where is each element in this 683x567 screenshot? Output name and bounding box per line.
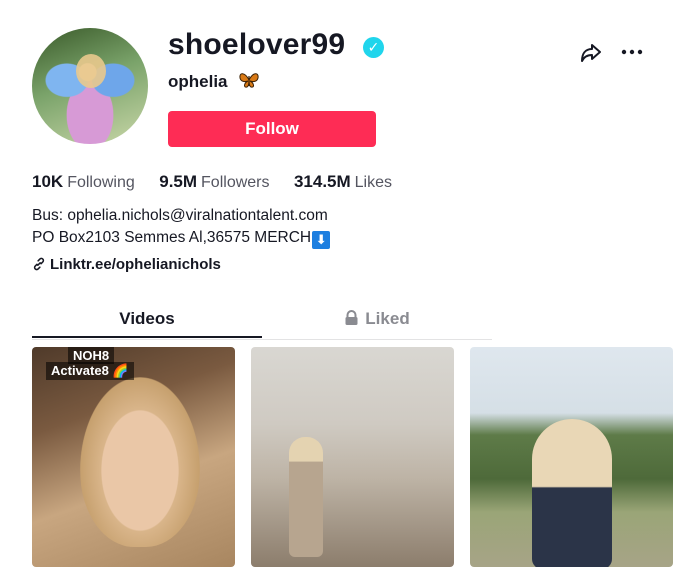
following-count[interactable]: 10K	[32, 172, 63, 191]
followers-label[interactable]: Followers	[201, 174, 269, 191]
tab-videos[interactable]: Videos	[32, 300, 262, 338]
profile-username: shoelover99	[168, 28, 346, 61]
link-icon	[33, 257, 45, 271]
profile-bio: Bus: ophelia.nichols@viralnationtalent.c…	[32, 205, 331, 249]
following-label[interactable]: Following	[67, 174, 135, 191]
video-thumbnail-1[interactable]: NOH8 Activate8 🌈	[32, 347, 235, 567]
follow-button[interactable]: Follow	[168, 111, 376, 147]
likes-count: 314.5M	[293, 172, 351, 191]
profile-tabs: Videos Liked	[32, 300, 492, 340]
down-arrow-emoji-icon: ⬇	[312, 231, 331, 249]
profile-avatar[interactable]	[32, 28, 148, 144]
profile-link[interactable]: Linktr.ee/ophelianichols	[32, 256, 221, 273]
followers-count[interactable]: 9.5M	[159, 172, 197, 191]
thumbnail-overlay-text: Activate8 🌈	[46, 362, 134, 380]
video-thumbnail-3[interactable]	[470, 347, 673, 567]
profile-nickname: ophelia	[168, 72, 228, 91]
bio-line-2-text: PO Box2103 Semmes Al,36575 MERCH	[32, 229, 312, 246]
verified-badge-icon: ✓	[363, 37, 384, 58]
tab-liked[interactable]: Liked	[262, 300, 492, 338]
thumbnail-image	[80, 377, 200, 547]
video-thumbnail-2[interactable]	[251, 347, 454, 567]
bio-line-2: PO Box2103 Semmes Al,36575 MERCH ⬇	[32, 227, 331, 249]
lock-icon	[345, 310, 358, 325]
likes-label: Likes	[354, 174, 393, 191]
profile-stats: 10K Following 9.5M Followers 314.5M Likes	[32, 172, 412, 192]
tab-liked-label[interactable]: Liked	[365, 309, 409, 328]
thumbnail-image	[289, 437, 323, 557]
butterfly-emoji-icon	[238, 71, 260, 94]
more-options-icon[interactable]	[620, 40, 644, 64]
thumbnail-image	[532, 419, 612, 567]
tab-active-underline	[32, 336, 262, 338]
profile-link-text[interactable]: Linktr.ee/ophelianichols	[50, 256, 221, 273]
share-icon[interactable]	[579, 40, 603, 64]
bio-line-1: Bus: ophelia.nichols@viralnationtalent.c…	[32, 207, 328, 224]
